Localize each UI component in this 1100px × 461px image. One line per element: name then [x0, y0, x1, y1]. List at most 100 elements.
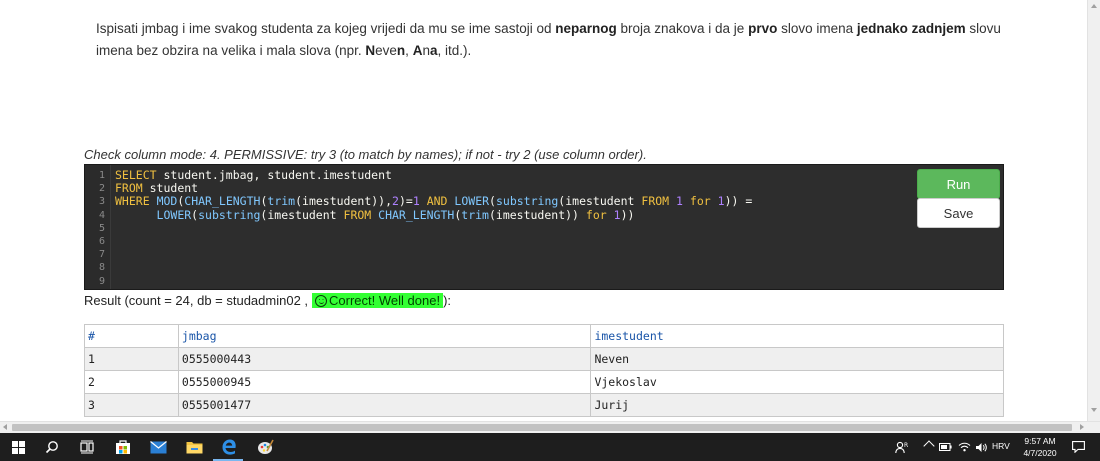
- tray-overflow-chevron-icon[interactable]: [923, 440, 935, 452]
- task-emphasis: n: [396, 43, 406, 58]
- paint-icon[interactable]: [247, 433, 283, 461]
- run-button[interactable]: Run: [917, 169, 1000, 199]
- code-token: student.jmbag, student.imestudent: [156, 168, 392, 182]
- code-token: CHAR_LENGTH: [184, 194, 261, 209]
- table-cell: 1: [84, 347, 179, 371]
- code-token: 1: [613, 207, 621, 222]
- code-area[interactable]: SELECT student.jmbag, student.imestudent…: [115, 168, 753, 288]
- line-number: 1: [98, 170, 105, 181]
- sql-editor[interactable]: 123456789 SELECT student.jmbag, student.…: [84, 164, 1004, 290]
- scroll-down-arrow-icon[interactable]: [1091, 408, 1097, 412]
- column-header[interactable]: jmbag: [177, 324, 592, 348]
- task-text-segment: ,: [405, 43, 413, 58]
- vertical-scrollbar[interactable]: [1087, 0, 1100, 421]
- code-line[interactable]: [115, 235, 752, 248]
- result-table: # jmbag imestudent 1 0555000443 Neven 2 055500…: [84, 324, 1004, 417]
- task-emphasis: N: [365, 43, 376, 58]
- code-token: FROM: [115, 181, 143, 196]
- store-icon[interactable]: [105, 433, 141, 461]
- code-token: (: [489, 194, 496, 209]
- column-header[interactable]: #: [84, 324, 179, 348]
- search-icon[interactable]: [34, 433, 70, 461]
- table-cell: 0555000945: [177, 370, 592, 394]
- save-button[interactable]: Save: [917, 198, 1000, 228]
- table-row: 3 0555001477 Jurij: [84, 393, 1004, 417]
- code-line[interactable]: [115, 222, 752, 235]
- task-text-segment: slovo imena: [777, 21, 857, 36]
- task-emphasis: neparnog: [555, 21, 617, 36]
- page: Ispisati jmbag i ime svakog studenta za …: [0, 0, 1087, 421]
- code-token: (imestudent: [260, 207, 344, 222]
- code-token: trim: [267, 194, 296, 209]
- line-number: 8: [98, 262, 105, 274]
- action-center-icon[interactable]: [1064, 433, 1092, 461]
- code-token: )): [620, 207, 635, 222]
- correct-badge: Correct! Well done!: [312, 293, 444, 308]
- code-token: for: [689, 194, 711, 209]
- table-header-row: # jmbag imestudent: [84, 324, 1004, 348]
- table-cell: Vjekoslav: [590, 370, 1004, 394]
- check-column-mode-text: Check column mode: 4. PERMISSIVE: try 3 …: [84, 147, 647, 162]
- code-token: for: [585, 207, 607, 222]
- table-cell: 0555000443: [177, 347, 592, 371]
- code-line[interactable]: [115, 275, 752, 288]
- result-prefix: Result (count = 24, db = studadmin02 ,: [84, 293, 309, 308]
- svg-text:R: R: [904, 442, 908, 449]
- column-header[interactable]: imestudent: [590, 324, 1004, 348]
- code-token: FROM: [343, 207, 372, 222]
- code-line[interactable]: [115, 248, 752, 261]
- scroll-right-arrow-icon[interactable]: [1080, 424, 1084, 430]
- code-token: )) =: [724, 194, 753, 209]
- table-cell: 0555001477: [177, 393, 592, 417]
- code-token: (imestudent)): [488, 207, 586, 222]
- taskbar-clock[interactable]: 9:57 AM 4/7/2020: [1018, 435, 1062, 459]
- line-number-gutter: 1 2345 6 789: [85, 165, 111, 289]
- volume-icon[interactable]: [970, 433, 992, 461]
- code-line[interactable]: [115, 261, 752, 274]
- code-token: trim: [461, 207, 489, 222]
- mail-icon[interactable]: [140, 433, 176, 461]
- code-token: 2: [392, 194, 399, 209]
- table-cell: 3: [84, 393, 179, 417]
- line-number: 9: [98, 275, 105, 287]
- code-line[interactable]: SELECT student.jmbag, student.imestudent: [115, 168, 752, 182]
- file-explorer-icon[interactable]: [176, 433, 212, 461]
- scroll-left-arrow-icon[interactable]: [3, 424, 7, 430]
- code-token: (imestudent)),: [295, 194, 393, 209]
- line-number: 5: [98, 222, 105, 234]
- windows-start-icon[interactable]: [0, 433, 36, 461]
- code-token: SELECT: [115, 168, 157, 182]
- task-text-segment: eve: [375, 43, 397, 58]
- line-number: 7: [98, 249, 105, 261]
- task-description: Ispisati jmbag i ime svakog studenta za …: [96, 18, 1006, 62]
- line-number: 4: [98, 209, 105, 221]
- edge-icon[interactable]: [211, 433, 247, 461]
- horizontal-scroll-thumb[interactable]: [12, 424, 1072, 431]
- code-token: CHAR_LENGTH: [378, 207, 455, 222]
- task-view-icon[interactable]: [69, 433, 105, 461]
- people-icon[interactable]: R: [886, 433, 916, 461]
- line-number: 3: [98, 196, 105, 208]
- task-text-segment: n: [422, 43, 430, 58]
- code-token: 1: [412, 194, 420, 209]
- code-token: AND: [426, 194, 448, 209]
- table-cell: 2: [84, 370, 179, 394]
- code-token: 1: [676, 194, 683, 209]
- horizontal-scrollbar[interactable]: [0, 421, 1100, 433]
- scroll-up-arrow-icon[interactable]: [1091, 4, 1097, 8]
- code-token: FROM: [641, 194, 670, 209]
- code-token: (imestudent: [558, 194, 642, 209]
- clock-time: 9:57 AM: [1024, 436, 1056, 446]
- code-token: )=: [398, 194, 413, 209]
- code-line[interactable]: LOWER(substring(imestudent FROM CHAR_LEN…: [115, 207, 752, 222]
- input-language-indicator[interactable]: HRV: [992, 441, 1010, 451]
- clock-date: 4/7/2020: [1023, 448, 1057, 458]
- table-row: 1 0555000443 Neven: [84, 347, 1004, 371]
- result-summary: Result (count = 24, db = studadmin02 , C…: [84, 293, 451, 308]
